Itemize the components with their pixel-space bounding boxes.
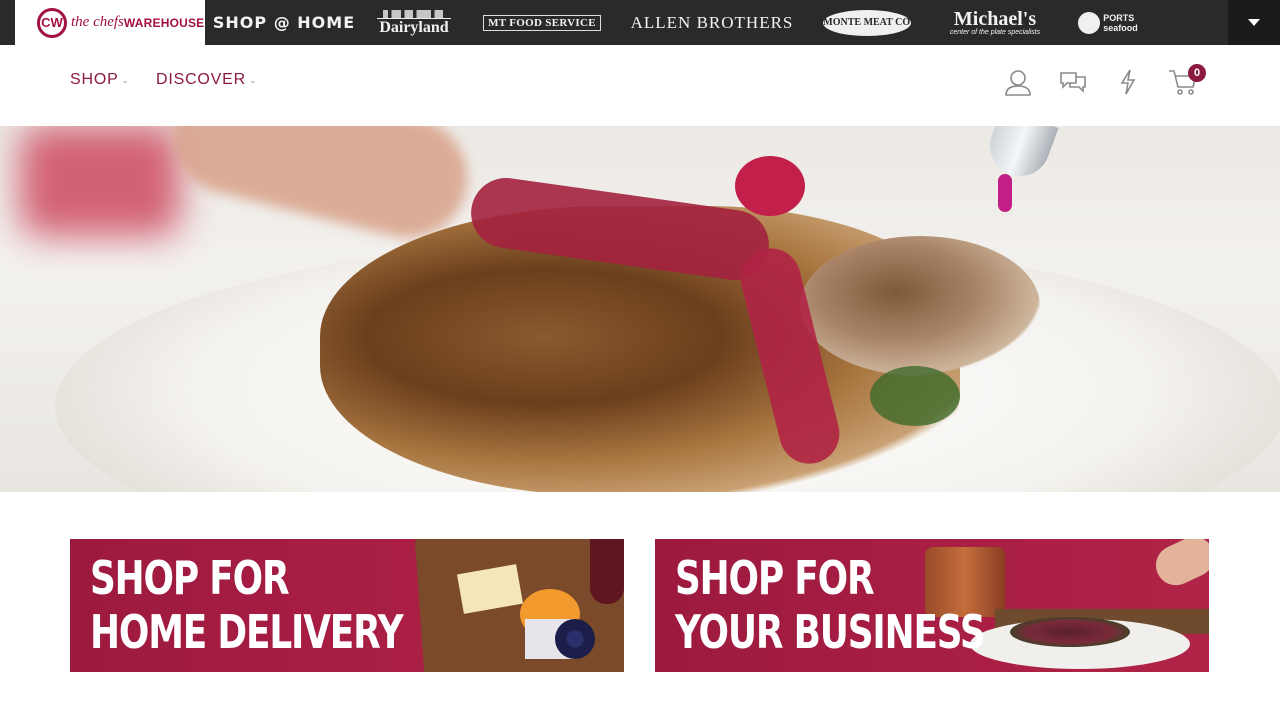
account-icon[interactable] — [1003, 67, 1033, 97]
main-nav: SHOP ⌄ DISCOVER ⌄ 0 — [0, 45, 1280, 126]
shop-at-home-brand[interactable]: SHOP @ HOME — [213, 0, 354, 45]
nav-discover[interactable]: DISCOVER ⌄ — [156, 71, 257, 89]
hero-image — [0, 126, 1280, 492]
home-delivery-heading: SHOP FOR HOME DELIVERY — [90, 551, 404, 659]
nav-shop[interactable]: SHOP ⌄ — [70, 71, 130, 89]
ports-line2: seafood — [1103, 22, 1138, 33]
caret-down-icon — [1248, 19, 1260, 26]
lightning-icon[interactable] — [1113, 67, 1143, 97]
chevron-down-icon: ⌄ — [248, 74, 258, 85]
brand-menu-toggle[interactable] — [1228, 0, 1280, 45]
shop-your-business-banner[interactable]: SHOP FOR YOUR BUSINESS — [655, 539, 1209, 672]
chat-icon[interactable] — [1058, 67, 1088, 97]
your-business-line1: SHOP FOR — [675, 551, 875, 605]
hero-chicken-leg — [800, 236, 1040, 376]
logo-word-warehouse: WAREHOUSE — [123, 15, 205, 30]
nav-shop-label: SHOP — [70, 71, 119, 88]
ports-seafood-brand[interactable]: PORTS seafood — [1078, 0, 1138, 45]
hero-spoon — [981, 126, 1059, 185]
mt-food-service-label: MT FOOD SERVICE — [483, 14, 601, 31]
hero-bg-blur — [20, 126, 180, 236]
hero-beet — [735, 156, 805, 216]
chef-hand — [1149, 539, 1209, 592]
cart-count-badge: 0 — [1188, 64, 1206, 82]
fish-icon — [1078, 11, 1101, 34]
nav-discover-label: DISCOVER — [156, 71, 246, 88]
chevron-down-icon: ⌄ — [121, 74, 130, 85]
home-delivery-line1: SHOP FOR — [90, 551, 290, 605]
cw-logo-icon: CW — [37, 7, 67, 38]
plated-steak — [1010, 617, 1130, 647]
wine-glass — [590, 539, 624, 604]
chefs-warehouse-logo[interactable]: CW the chefs WAREHOUSE — [15, 0, 205, 45]
your-business-heading: SHOP FOR YOUR BUSINESS — [675, 551, 986, 659]
dairyland-label: Dairyland — [379, 18, 449, 36]
mt-food-service-brand[interactable]: MT FOOD SERVICE — [482, 0, 602, 45]
logo-word-chefs: the chefs — [71, 14, 124, 30]
skyline-icon — [377, 9, 451, 19]
michaels-tagline: center of the plate specialists — [949, 29, 1041, 36]
ports-seafood-label: PORTS seafood — [1103, 13, 1138, 33]
michaels-label: Michael's — [953, 8, 1037, 30]
allen-brothers-brand[interactable]: ALLEN BROTHERS — [630, 0, 794, 45]
brand-bar: CW the chefs WAREHOUSE SHOP @ HOME Dairy… — [0, 0, 1280, 45]
home-delivery-line2: HOME DELIVERY — [90, 605, 404, 659]
ports-line1: PORTS — [1103, 12, 1135, 23]
hero-sauce-drop — [998, 174, 1012, 212]
del-monte-brand[interactable]: DEL MONTE MEAT CO LLC — [801, 0, 933, 45]
shop-home-delivery-banner[interactable]: SHOP FOR HOME DELIVERY — [70, 539, 624, 672]
hero-greens — [870, 366, 960, 426]
dairyland-brand[interactable]: Dairyland — [374, 0, 454, 45]
michaels-brand[interactable]: Michael's center of the plate specialist… — [940, 0, 1050, 45]
del-monte-label: DEL MONTE MEAT CO LLC — [801, 9, 933, 36]
your-business-line2: YOUR BUSINESS — [675, 605, 986, 659]
hero-hand — [159, 126, 481, 251]
grapes — [555, 619, 595, 659]
